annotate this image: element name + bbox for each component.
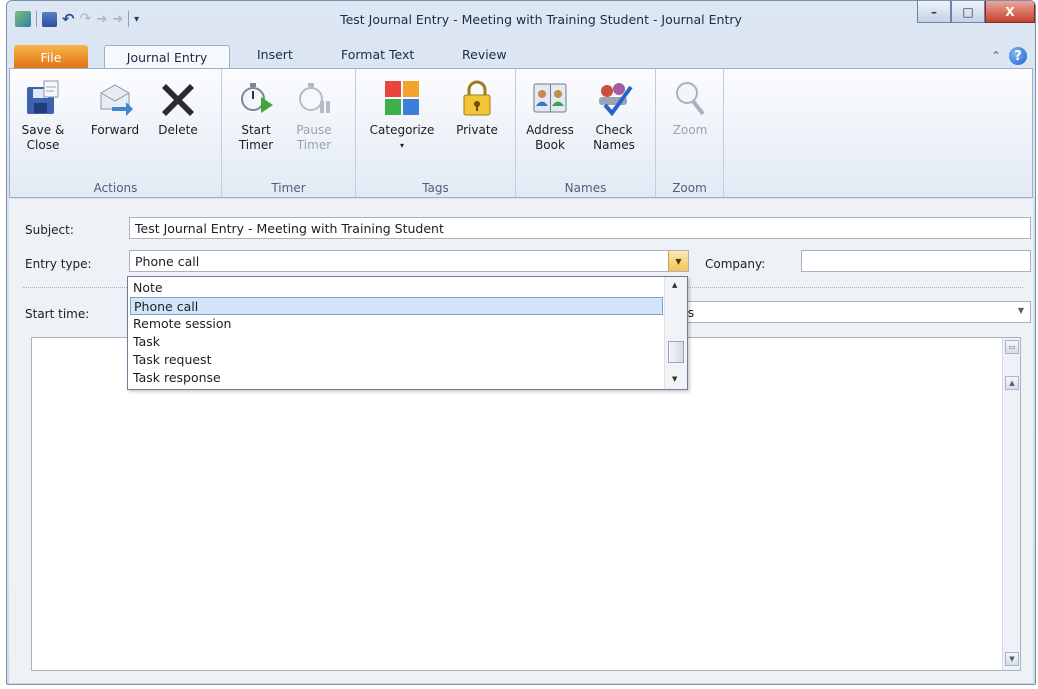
minimize-button[interactable]: – bbox=[917, 1, 951, 23]
address-book-icon bbox=[531, 79, 569, 117]
ribbon-help-area: ⌃ ? bbox=[991, 47, 1027, 65]
chevron-down-icon[interactable]: ▼ bbox=[668, 251, 688, 271]
window-controls: – □ X bbox=[917, 1, 1035, 23]
option-task-request[interactable]: Task request bbox=[130, 351, 663, 369]
address-book-label: Book bbox=[535, 138, 565, 152]
scroll-down-button[interactable]: ▼ bbox=[1005, 652, 1019, 666]
chevron-down-icon[interactable]: ▼ bbox=[1018, 306, 1024, 315]
duration-select[interactable]: tes ▼ bbox=[669, 301, 1031, 323]
entry-type-label: Entry type: bbox=[25, 257, 92, 271]
stopwatch-start-icon bbox=[237, 79, 275, 117]
save-close-label: Save & bbox=[21, 123, 65, 137]
group-tags: Categorize ▾ Private Tags bbox=[356, 69, 516, 197]
forward-label: Forward bbox=[90, 123, 140, 137]
categorize-dropdown-arrow: ▾ bbox=[399, 141, 404, 150]
categorize-icon bbox=[383, 79, 421, 117]
check-names-label: Names bbox=[593, 138, 635, 152]
ribbon-tabs: File Journal Entry Insert Format Text Re… bbox=[7, 39, 1035, 69]
minimize-ribbon-icon[interactable]: ⌃ bbox=[991, 49, 1001, 63]
zoom-button: Zoom bbox=[666, 79, 714, 138]
forward-button[interactable]: Forward bbox=[84, 79, 146, 138]
option-note[interactable]: Note bbox=[130, 279, 663, 297]
split-view-icon[interactable]: ▭ bbox=[1005, 340, 1019, 354]
pause-timer-label: Timer bbox=[296, 138, 332, 152]
group-timer: Start Timer Pause Timer Timer bbox=[222, 69, 356, 197]
maximize-button[interactable]: □ bbox=[951, 1, 985, 23]
scroll-up-arrow-icon[interactable]: ▲ bbox=[672, 281, 677, 289]
tab-review[interactable]: Review bbox=[462, 47, 507, 62]
pause-timer-button: Pause Timer bbox=[292, 79, 336, 153]
group-label-names: Names bbox=[564, 181, 607, 195]
company-label: Company: bbox=[705, 257, 766, 271]
window-title: Test Journal Entry - Meeting with Traini… bbox=[340, 12, 742, 27]
subject-label: Subject: bbox=[25, 223, 74, 237]
group-label-zoom: Zoom bbox=[672, 181, 707, 195]
option-remote-session[interactable]: Remote session bbox=[130, 315, 663, 333]
tab-file[interactable]: File bbox=[14, 45, 88, 69]
option-phone-call[interactable]: Phone call bbox=[130, 297, 663, 315]
option-task-response[interactable]: Task response bbox=[130, 369, 663, 387]
journal-form: Subject: Test Journal Entry - Meeting wi… bbox=[9, 199, 1033, 683]
scroll-thumb[interactable] bbox=[668, 341, 684, 363]
start-time-label: Start time: bbox=[25, 307, 90, 321]
lock-icon bbox=[458, 79, 496, 117]
private-button[interactable]: Private bbox=[452, 79, 502, 138]
group-label-timer: Timer bbox=[271, 181, 306, 195]
tab-insert[interactable]: Insert bbox=[257, 47, 293, 62]
group-names: Address Book Check Names Names bbox=[516, 69, 656, 197]
ribbon: Save & Close Forward Delete Actions Star… bbox=[9, 68, 1033, 198]
stopwatch-pause-icon bbox=[295, 79, 333, 117]
start-timer-button[interactable]: Start Timer bbox=[234, 79, 278, 153]
save-close-button[interactable]: Save & Close bbox=[18, 79, 68, 153]
private-label: Private bbox=[456, 123, 498, 137]
save-close-label: Close bbox=[26, 138, 60, 152]
check-names-button[interactable]: Check Names bbox=[588, 79, 640, 153]
subject-input[interactable]: Test Journal Entry - Meeting with Traini… bbox=[129, 217, 1031, 239]
help-icon[interactable]: ? bbox=[1009, 47, 1027, 65]
address-book-button[interactable]: Address Book bbox=[524, 79, 576, 153]
entry-type-select[interactable]: Phone call ▼ bbox=[129, 250, 689, 272]
magnifier-icon bbox=[671, 79, 709, 117]
scroll-down-arrow-icon[interactable]: ▼ bbox=[672, 375, 677, 383]
option-task[interactable]: Task bbox=[130, 333, 663, 351]
delete-button[interactable]: Delete bbox=[150, 79, 206, 138]
group-label-actions: Actions bbox=[93, 181, 138, 195]
tab-format-text[interactable]: Format Text bbox=[341, 47, 414, 62]
delete-label: Delete bbox=[158, 123, 198, 137]
zoom-label: Zoom bbox=[672, 123, 708, 137]
forward-icon bbox=[96, 79, 134, 117]
dropdown-scrollbar[interactable]: ▲ ▼ bbox=[664, 277, 687, 389]
close-button[interactable]: X bbox=[985, 1, 1035, 23]
categorize-label: Categorize bbox=[369, 123, 435, 137]
entry-type-dropdown-list: Note Phone call Remote session Task Task… bbox=[127, 276, 688, 390]
group-label-tags: Tags bbox=[422, 181, 449, 195]
entry-type-value: Phone call bbox=[135, 254, 200, 269]
company-input[interactable] bbox=[801, 250, 1031, 272]
tab-journal-entry[interactable]: Journal Entry bbox=[104, 45, 230, 69]
group-zoom: Zoom Zoom bbox=[656, 69, 724, 197]
delete-x-icon bbox=[159, 79, 197, 117]
categorize-button[interactable]: Categorize ▾ bbox=[362, 79, 442, 153]
start-timer-label: Start bbox=[241, 123, 271, 137]
save-close-icon bbox=[24, 79, 62, 117]
notes-scrollbar[interactable]: ▭ ▲ ▼ bbox=[1002, 338, 1020, 670]
group-actions: Save & Close Forward Delete Actions bbox=[10, 69, 222, 197]
scroll-up-button[interactable]: ▲ bbox=[1005, 376, 1019, 390]
start-timer-label: Timer bbox=[238, 138, 274, 152]
check-names-label: Check bbox=[595, 123, 633, 137]
check-names-icon bbox=[595, 79, 633, 117]
pause-timer-label: Pause bbox=[296, 123, 332, 137]
address-book-label: Address bbox=[526, 123, 574, 137]
title-bar: ↶ ↷ ➔ ➔ ▾ Test Journal Entry - Meeting w… bbox=[7, 1, 1035, 37]
